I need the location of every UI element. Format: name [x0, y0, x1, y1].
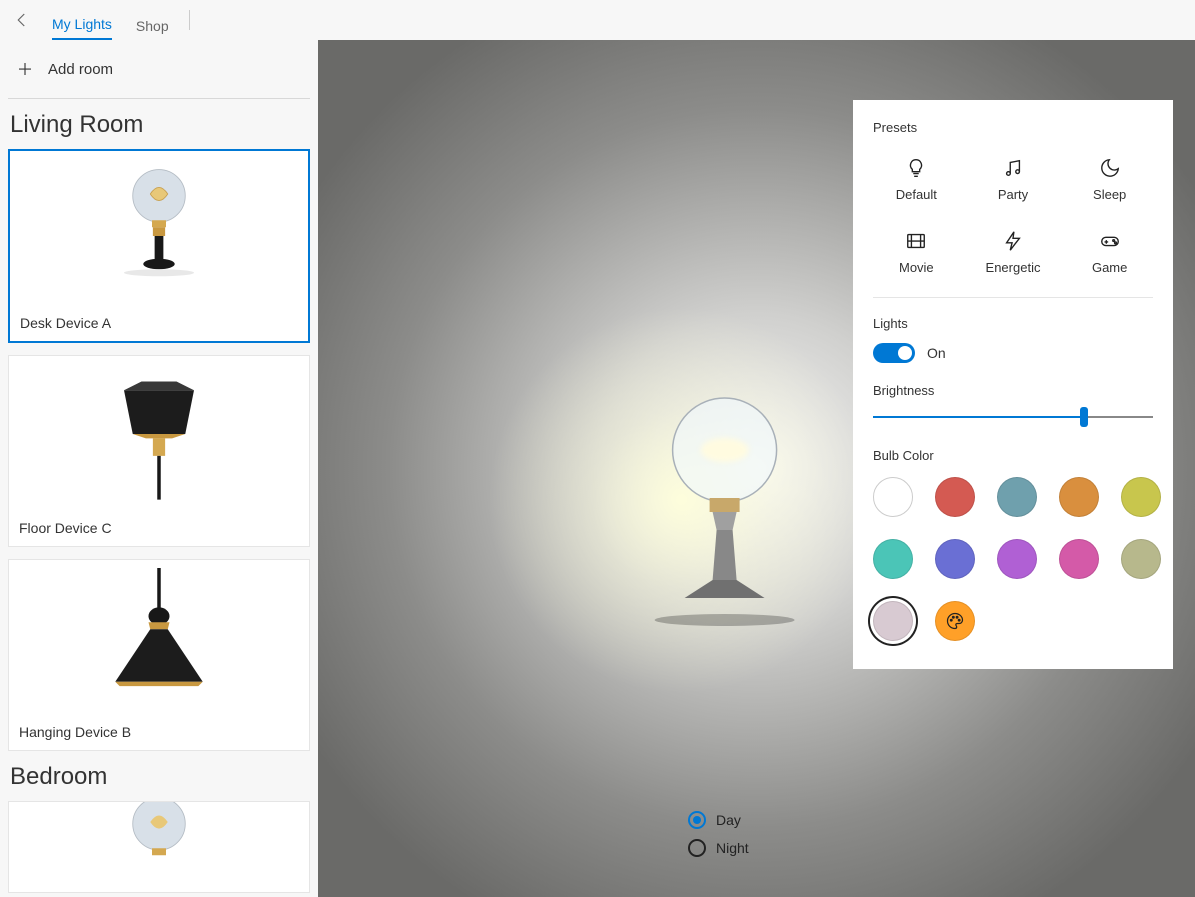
radio-day-indicator: [688, 811, 706, 829]
color-swatch-2[interactable]: [997, 477, 1037, 517]
add-room-button[interactable]: Add room: [8, 52, 310, 86]
bolt-icon: [1002, 230, 1024, 252]
slider-thumb[interactable]: [1080, 407, 1088, 427]
preset-movie[interactable]: Movie: [873, 230, 960, 275]
preset-label: Default: [896, 187, 937, 202]
control-panel: Presets Default Party Sleep Movie: [853, 100, 1173, 669]
color-swatch-7[interactable]: [997, 539, 1037, 579]
device-thumb-floor-c: [9, 356, 309, 512]
preset-party[interactable]: Party: [970, 157, 1057, 202]
preview-area: Day Night Presets Default Party: [318, 40, 1195, 897]
color-swatch-8[interactable]: [1059, 539, 1099, 579]
color-swatch-0[interactable]: [873, 477, 913, 517]
film-icon: [905, 230, 927, 252]
preset-label: Energetic: [986, 260, 1041, 275]
color-swatch-10[interactable]: [873, 601, 913, 641]
preset-label: Party: [998, 187, 1028, 202]
preset-default[interactable]: Default: [873, 157, 960, 202]
radio-day-label: Day: [716, 812, 741, 828]
add-room-label: Add room: [48, 61, 113, 78]
top-bar: My Lights Shop: [0, 0, 1195, 40]
preset-label: Game: [1092, 260, 1127, 275]
room-title-living: Living Room: [10, 111, 310, 139]
panel-divider: [873, 297, 1153, 298]
device-card-bedroom-1[interactable]: [8, 801, 310, 893]
preset-game[interactable]: Game: [1066, 230, 1153, 275]
lights-state-label: On: [927, 345, 946, 361]
room-title-bedroom: Bedroom: [10, 763, 310, 791]
tab-divider: [189, 10, 190, 30]
tabs: My Lights Shop: [52, 0, 169, 40]
lights-heading: Lights: [873, 316, 1153, 331]
preset-energetic[interactable]: Energetic: [970, 230, 1057, 275]
radio-day[interactable]: Day: [688, 811, 749, 829]
bulb-color-heading: Bulb Color: [873, 448, 1153, 463]
radio-night-label: Night: [716, 840, 749, 856]
preset-sleep[interactable]: Sleep: [1066, 157, 1153, 202]
view-mode-radios: Day Night: [688, 811, 749, 857]
device-thumb-desk-a: [10, 151, 308, 307]
device-label: Hanging Device B: [9, 716, 309, 750]
radio-night[interactable]: Night: [688, 839, 749, 857]
lights-toggle[interactable]: [873, 343, 915, 363]
color-swatch-5[interactable]: [873, 539, 913, 579]
device-card-floor-c[interactable]: Floor Device C: [8, 355, 310, 547]
device-thumb-hanging-b: [9, 560, 309, 716]
device-label: Desk Device A: [10, 307, 308, 341]
color-swatch-1[interactable]: [935, 477, 975, 517]
color-swatch-4[interactable]: [1121, 477, 1161, 517]
tab-my-lights[interactable]: My Lights: [52, 16, 112, 40]
color-swatch-custom[interactable]: [935, 601, 975, 641]
device-label: Floor Device C: [9, 512, 309, 546]
device-thumb-bedroom-1: [9, 802, 309, 892]
sidebar: Add room Living Room Desk Device A: [0, 40, 318, 897]
slider-fill: [873, 416, 1080, 418]
color-swatch-3[interactable]: [1059, 477, 1099, 517]
preset-label: Movie: [899, 260, 934, 275]
color-swatches: [873, 477, 1153, 641]
brightness-slider[interactable]: [873, 410, 1153, 424]
back-button[interactable]: [12, 10, 32, 30]
presets-grid: Default Party Sleep Movie Energetic: [873, 157, 1153, 275]
brightness-heading: Brightness: [873, 383, 1153, 398]
moon-icon: [1099, 157, 1121, 179]
music-icon: [1002, 157, 1024, 179]
gamepad-icon: [1099, 230, 1121, 252]
device-card-hanging-b[interactable]: Hanging Device B: [8, 559, 310, 751]
lamp-preview: [634, 380, 814, 645]
sidebar-divider: [8, 98, 310, 99]
radio-night-indicator: [688, 839, 706, 857]
palette-icon: [945, 611, 965, 631]
presets-heading: Presets: [873, 120, 1153, 135]
color-swatch-9[interactable]: [1121, 539, 1161, 579]
preset-label: Sleep: [1093, 187, 1126, 202]
bulb-icon: [905, 157, 927, 179]
color-swatch-6[interactable]: [935, 539, 975, 579]
tab-shop[interactable]: Shop: [136, 18, 169, 40]
plus-icon: [16, 60, 34, 78]
device-card-desk-a[interactable]: Desk Device A: [8, 149, 310, 343]
